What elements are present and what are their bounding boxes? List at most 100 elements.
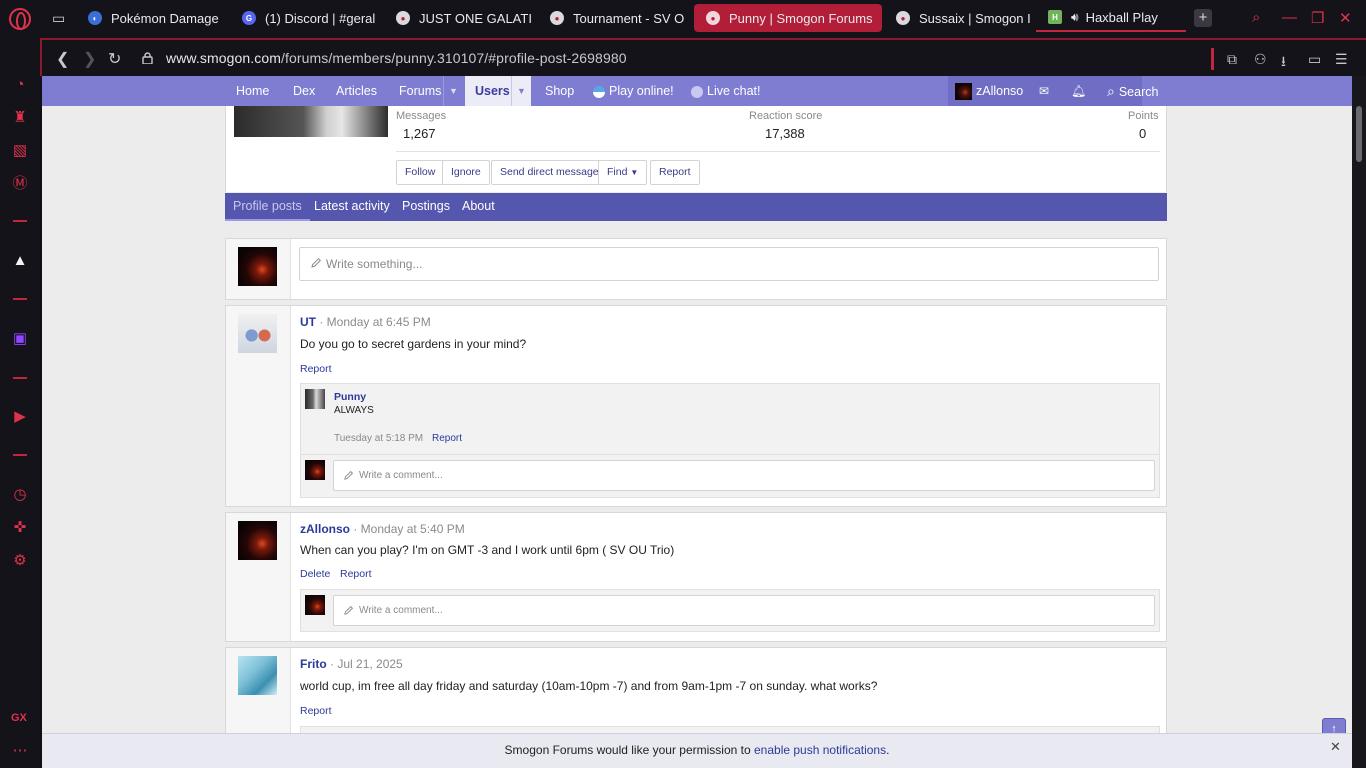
nav-play-online[interactable]: Play online! xyxy=(593,76,674,106)
follow-button[interactable]: Follow xyxy=(396,160,445,185)
send-direct-message-button[interactable]: Send direct message xyxy=(491,160,608,185)
nav-articles[interactable]: Articles xyxy=(336,76,377,106)
comments-section: Punny ALWAYS Tuesday at 5:18 PM Report W… xyxy=(300,383,1160,498)
profile-tabs: Profile posts Latest activity Postings A… xyxy=(225,193,1167,221)
tab-pokemon-damage[interactable]: ◐ Pokémon Damage xyxy=(76,4,226,32)
profile-icon[interactable]: ⚇ xyxy=(1254,51,1267,68)
search-tabs-icon[interactable]: ⌕ xyxy=(1252,9,1260,26)
smogon-icon: ● xyxy=(706,11,720,25)
nav-dex[interactable]: Dex xyxy=(293,76,315,106)
tab-haxball[interactable]: H 🔊︎ Haxball Play xyxy=(1036,4,1186,32)
tab-islands-icon[interactable]: ▭ xyxy=(52,10,65,27)
stat-reaction-value[interactable]: 17,388 xyxy=(765,126,805,141)
back-icon[interactable]: ❮ xyxy=(56,49,69,69)
scrollbar-thumb[interactable] xyxy=(1356,106,1362,162)
post-timestamp[interactable]: · Jul 21, 2025 xyxy=(330,657,403,671)
restore-icon[interactable]: ❐ xyxy=(1311,9,1324,27)
comment-author[interactable]: Punny xyxy=(334,391,366,403)
avatar xyxy=(955,83,972,101)
post-author[interactable]: UT xyxy=(300,315,316,329)
report-link[interactable]: Report xyxy=(300,705,332,717)
new-tab-button[interactable]: + xyxy=(1194,9,1212,27)
gx-cleaner-icon[interactable]: ▧ xyxy=(11,142,29,160)
tab-about[interactable]: About xyxy=(462,193,495,221)
stat-reaction-label: Reaction score xyxy=(749,110,823,122)
write-something-input[interactable]: Write something... xyxy=(299,247,1159,281)
ignore-button[interactable]: Ignore xyxy=(442,160,490,185)
pencil-icon xyxy=(311,257,322,268)
player-icon[interactable]: ▶ xyxy=(11,408,29,426)
tab-discord[interactable]: G (1) Discord | #geral xyxy=(230,4,380,32)
tab-sussaix[interactable]: ● Sussaix | Smogon I xyxy=(884,4,1034,32)
aria-icon[interactable]: ▲ xyxy=(11,252,29,270)
nav-live-chat[interactable]: Live chat! xyxy=(691,76,761,106)
download-icon[interactable]: ⭳ xyxy=(1281,51,1286,75)
close-window-icon[interactable]: ✕ xyxy=(1339,9,1352,27)
page-scrollbar[interactable] xyxy=(1352,76,1366,768)
post-header: UT · Monday at 6:45 PM xyxy=(300,315,431,329)
settings-icon[interactable]: ⚙ xyxy=(11,552,29,570)
nav-users-dropdown-icon[interactable]: ▼ xyxy=(511,76,531,106)
write-comment-input[interactable]: Write a comment... xyxy=(333,595,1155,626)
tab-profile-posts[interactable]: Profile posts xyxy=(225,193,310,221)
close-icon[interactable]: ✕ xyxy=(1330,739,1341,755)
minimize-icon[interactable]: — xyxy=(1282,9,1297,26)
avatar[interactable] xyxy=(238,656,277,695)
easy-setup-icon[interactable]: ☰ xyxy=(1335,51,1348,68)
opera-logo-icon[interactable] xyxy=(9,8,31,30)
tab-latest-activity[interactable]: Latest activity xyxy=(314,193,390,221)
post-author[interactable]: zAllonso xyxy=(300,522,350,536)
nav-forums-dropdown-icon[interactable]: ▼ xyxy=(443,76,463,106)
report-link[interactable]: Report xyxy=(340,568,372,580)
comment-report-link[interactable]: Report xyxy=(432,433,462,444)
nav-home[interactable]: Home xyxy=(236,76,269,106)
sidebar-divider xyxy=(13,454,27,456)
speed-dial-icon[interactable]: ◔ xyxy=(11,76,29,94)
avatar-cell xyxy=(226,239,291,299)
post-timestamp[interactable]: · Monday at 5:40 PM xyxy=(353,522,464,536)
gx-control-icon[interactable]: ♜ xyxy=(11,109,29,127)
find-button[interactable]: Find ▼ xyxy=(598,160,648,185)
delete-link[interactable]: Delete xyxy=(300,568,330,580)
stat-messages-value[interactable]: 1,267 xyxy=(403,126,436,141)
url-field[interactable]: www.smogon.com/forums/members/punny.3101… xyxy=(166,50,627,66)
tab-postings[interactable]: Postings xyxy=(402,193,450,221)
post-timestamp[interactable]: · Monday at 6:45 PM xyxy=(319,315,430,329)
more-icon[interactable]: ⋯ xyxy=(11,742,29,760)
report-profile-button[interactable]: Report xyxy=(650,160,700,185)
nav-forums[interactable]: Forums xyxy=(399,76,441,106)
twitch-icon[interactable]: ▣ xyxy=(11,330,29,348)
tab-punny-smogon[interactable]: ● Punny | Smogon Forums xyxy=(694,4,882,32)
avatar[interactable] xyxy=(238,521,277,560)
extensions-icon[interactable]: ⧉ xyxy=(1227,51,1237,68)
battery-saver-icon[interactable]: ▭ xyxy=(1308,51,1321,68)
stat-points-value[interactable]: 0 xyxy=(1139,126,1146,141)
nav-shop[interactable]: Shop xyxy=(545,76,574,106)
nav-user-account[interactable]: zAllonso xyxy=(955,76,1023,106)
nav-search[interactable]: ⌕ Search xyxy=(1107,76,1158,106)
push-notification-notice: Smogon Forums would like your permission… xyxy=(42,733,1352,768)
post-author[interactable]: Frito xyxy=(300,657,327,671)
pencil-icon xyxy=(344,470,354,480)
lock-icon[interactable] xyxy=(142,52,153,64)
write-comment-input[interactable]: Write a comment... xyxy=(333,460,1155,491)
history-icon[interactable]: ◷ xyxy=(11,486,29,504)
reload-icon[interactable]: ↻ xyxy=(108,49,121,69)
alerts-bell-icon[interactable]: 🔔︎ xyxy=(1071,76,1086,106)
gx-corner-icon[interactable]: Ⓜ xyxy=(11,175,29,193)
enable-push-notifications-link[interactable]: enable push notifications xyxy=(754,743,886,757)
gx-label[interactable]: GX xyxy=(11,712,27,724)
tab-just-one-galati[interactable]: ● JUST ONE GALATI xyxy=(384,4,534,32)
avatar[interactable] xyxy=(305,389,325,409)
tab-tournament[interactable]: ● Tournament - SV O xyxy=(538,4,688,32)
forward-icon[interactable]: ❯ xyxy=(83,49,96,69)
inbox-icon[interactable]: ✉ xyxy=(1039,76,1049,106)
comment-timestamp[interactable]: Tuesday at 5:18 PM xyxy=(334,433,423,444)
extensions-sidebar-icon[interactable]: ✜ xyxy=(11,519,29,537)
address-bar: ❮ ❯ ↻ www.smogon.com/forums/members/punn… xyxy=(40,38,1366,76)
avatar[interactable] xyxy=(238,314,277,353)
smogon-icon: ● xyxy=(550,11,564,25)
speaker-icon[interactable]: 🔊︎ xyxy=(1071,10,1079,25)
discord-icon: G xyxy=(242,11,256,25)
report-link[interactable]: Report xyxy=(300,363,332,375)
